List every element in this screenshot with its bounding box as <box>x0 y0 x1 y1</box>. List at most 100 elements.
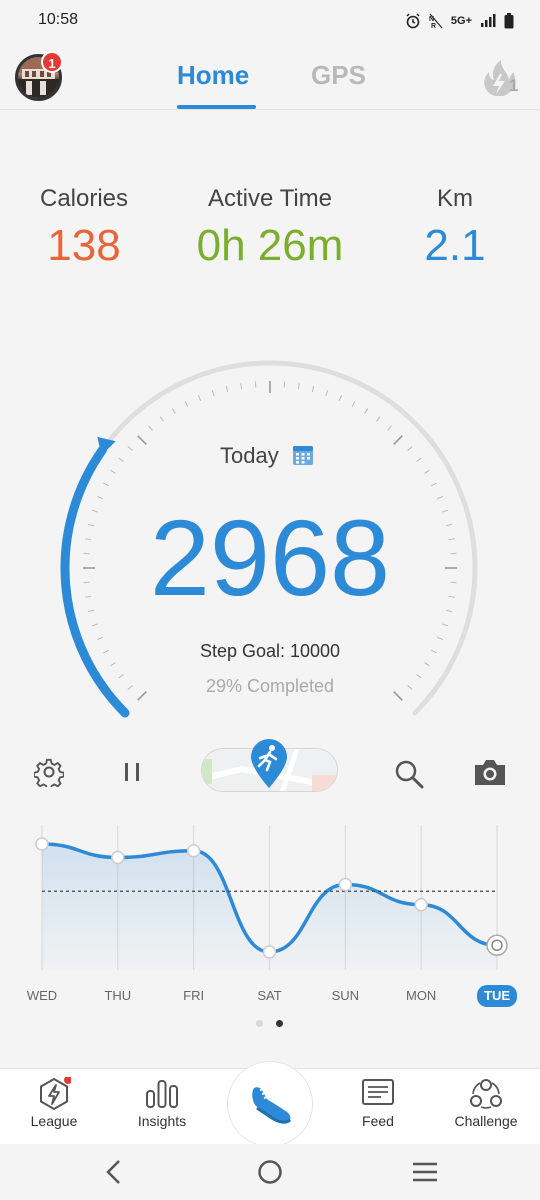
top-bar: 1 Home GPS 1 <box>0 42 540 110</box>
dial-tick <box>407 446 413 451</box>
chart-point <box>338 877 353 892</box>
chart-point <box>111 850 125 865</box>
dial-tick <box>387 425 392 431</box>
calories-stat: Calories 138 <box>24 185 144 271</box>
map-runner-icon[interactable] <box>248 738 290 790</box>
dial-tick <box>110 469 116 474</box>
dial-tick <box>225 386 229 393</box>
recents-icon[interactable] <box>412 1161 438 1183</box>
system-nav-bar <box>0 1144 540 1200</box>
active-time-stat: Active Time 0h 26m <box>184 185 356 271</box>
nav-feed[interactable]: Feed <box>338 1069 418 1145</box>
nav-league-label: League <box>30 1113 78 1129</box>
day-label[interactable]: WED <box>12 988 72 1003</box>
nav-league[interactable]: League <box>14 1069 94 1145</box>
step-goal: Step Goal: 10000 <box>199 641 341 661</box>
dial-tick <box>184 401 189 407</box>
tab-home[interactable]: Home <box>177 60 249 91</box>
dial-tick <box>91 623 99 627</box>
dial-tick <box>441 623 449 627</box>
dial-tick <box>416 457 422 463</box>
chart-point-selected <box>491 939 503 951</box>
nav-insights[interactable]: Insights <box>122 1069 202 1145</box>
today-label: Today <box>220 443 279 468</box>
challenge-icon <box>470 1079 502 1109</box>
dial-tick <box>424 662 430 667</box>
day-label-selected[interactable]: TUE <box>477 985 517 1007</box>
workout-shoe-button[interactable] <box>227 1061 313 1147</box>
chart-point <box>186 844 201 858</box>
dial-tick <box>103 482 109 487</box>
dial-tick <box>437 636 443 641</box>
dial-tick <box>137 435 147 445</box>
dial-tick <box>159 416 165 422</box>
search-icon[interactable] <box>394 759 424 789</box>
league-icon <box>40 1077 71 1111</box>
km-label: Km <box>437 185 473 212</box>
dial-tick <box>325 389 329 397</box>
day-label[interactable]: SUN <box>315 988 375 1003</box>
pager-dot-active[interactable] <box>276 1020 283 1027</box>
day-label[interactable]: MON <box>391 988 451 1003</box>
active-time-label: Active Time <box>207 185 333 212</box>
dial-tick <box>197 395 202 401</box>
dial-tick <box>431 482 437 487</box>
day-label[interactable]: FRI <box>164 988 224 1003</box>
dial-tick <box>364 408 369 414</box>
status-time: 10:58 <box>38 11 79 28</box>
shoe-icon <box>252 1087 292 1124</box>
calendar-icon[interactable] <box>292 444 314 466</box>
dial-tick <box>148 425 153 431</box>
signal-icon <box>481 14 496 27</box>
camera-icon[interactable] <box>473 758 507 786</box>
back-icon[interactable] <box>104 1159 122 1185</box>
dial-tick <box>424 469 430 474</box>
chart-point <box>35 837 49 851</box>
gear-icon[interactable] <box>34 757 64 787</box>
dial-tick <box>351 401 356 407</box>
dial-tick <box>211 389 215 397</box>
network-type: 5G+ <box>450 15 472 27</box>
dial-tick <box>393 435 403 445</box>
tab-gps[interactable]: GPS <box>311 60 366 91</box>
insights-icon <box>146 1080 178 1108</box>
dial-tick <box>240 383 243 390</box>
alarm-icon <box>406 13 420 29</box>
svg-text:R: R <box>431 23 436 29</box>
km-value: 2.1 <box>424 221 486 270</box>
day-label[interactable]: THU <box>88 988 148 1003</box>
pager-dot[interactable] <box>256 1020 263 1027</box>
dial-tick <box>127 446 133 451</box>
notification-badge: 1 <box>41 51 63 73</box>
step-count: 2968 <box>149 497 391 618</box>
calories-label: Calories <box>39 185 129 212</box>
nav-insights-label: Insights <box>137 1113 187 1129</box>
day-label[interactable]: SAT <box>240 988 300 1003</box>
tab-home-indicator <box>177 105 256 109</box>
dial-tick <box>375 416 381 422</box>
status-icons: NR 5G+ <box>405 9 514 33</box>
nav-challenge[interactable]: Challenge <box>444 1069 528 1145</box>
nav-challenge-label: Challenge <box>454 1113 518 1129</box>
battery-icon <box>504 13 514 29</box>
dial-tick <box>110 662 116 667</box>
nav-feed-label: Feed <box>362 1113 394 1129</box>
completion-percent: 29% Completed <box>205 676 335 696</box>
dial-tick <box>118 457 124 463</box>
calories-value: 138 <box>47 221 121 270</box>
km-stat: Km 2.1 <box>400 185 510 271</box>
dial-tick <box>171 408 176 414</box>
dial-tick <box>311 386 315 393</box>
nfc-icon: NR <box>429 13 443 29</box>
dial-tick <box>297 383 300 390</box>
dial-tick <box>338 395 343 401</box>
dial-tick <box>97 636 103 641</box>
streak-count: 1 <box>509 76 519 95</box>
pause-icon[interactable] <box>121 761 143 783</box>
weekly-steps-chart <box>35 825 508 970</box>
status-bar: 10:58 NR 5G+ <box>0 0 540 42</box>
chart-point <box>414 898 428 912</box>
chart-point <box>262 945 277 959</box>
active-time-value: 0h 26m <box>196 221 344 270</box>
home-icon[interactable] <box>257 1159 283 1185</box>
